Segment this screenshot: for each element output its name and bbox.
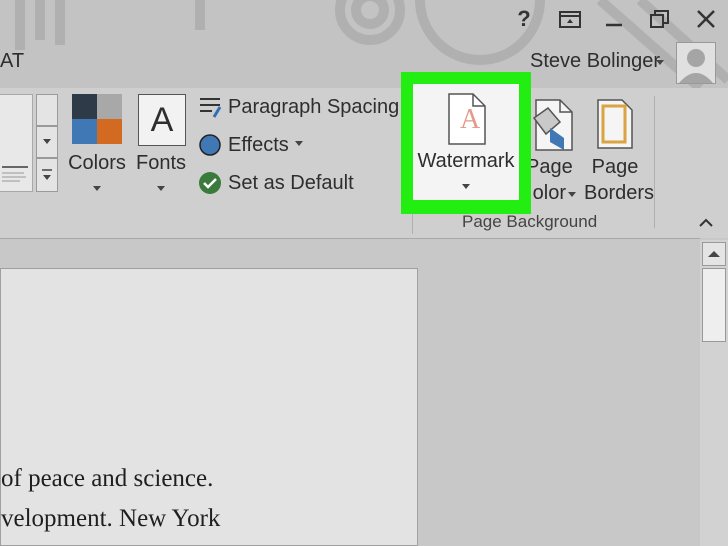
minimize-icon[interactable] bbox=[596, 4, 632, 34]
document-text-line: velopment. New York bbox=[1, 505, 221, 532]
effects-button[interactable]: Effects bbox=[198, 128, 303, 162]
ribbon-tab-fragment[interactable]: AT bbox=[0, 50, 24, 73]
colors-label: Colors bbox=[68, 152, 126, 174]
scroll-thumb[interactable] bbox=[702, 268, 726, 342]
gallery-scroll-down-button[interactable] bbox=[36, 126, 58, 158]
watermark-icon-letter: A bbox=[460, 104, 481, 135]
page-color-icon bbox=[532, 99, 573, 151]
colors-dropdown-icon bbox=[93, 186, 101, 191]
watermark-label: Watermark bbox=[417, 150, 515, 172]
page-background-group-label: Page Background bbox=[462, 212, 598, 231]
ribbon-separator bbox=[0, 238, 700, 239]
fonts-label: Fonts bbox=[135, 152, 187, 174]
watermark-dropdown-icon bbox=[462, 184, 470, 189]
fonts-dropdown-icon bbox=[157, 186, 165, 191]
ribbon-design-tab: Colors A Fonts Paragraph Spacing Effects… bbox=[0, 72, 728, 238]
page-borders-button[interactable]: Page Borders bbox=[584, 96, 654, 204]
gallery-scroll-up-button[interactable] bbox=[36, 94, 58, 126]
page-borders-icon bbox=[597, 99, 633, 149]
checkmark-icon bbox=[198, 171, 222, 195]
colors-button[interactable]: Colors bbox=[66, 88, 128, 200]
effects-label: Effects bbox=[228, 133, 289, 156]
vertical-scrollbar[interactable] bbox=[700, 240, 728, 546]
color-palette-icon bbox=[72, 94, 122, 144]
paragraph-spacing-icon bbox=[198, 95, 222, 119]
page-color-label-line1: Page bbox=[526, 156, 573, 178]
set-as-default-label: Set as Default bbox=[228, 171, 354, 194]
fonts-button[interactable]: A Fonts bbox=[132, 88, 194, 200]
page-color-label-line2: olor bbox=[532, 182, 566, 204]
title-bar: AT ? Steve Bolinger bbox=[0, 0, 728, 88]
restore-icon[interactable] bbox=[642, 4, 678, 34]
page-color-button[interactable]: Page olor bbox=[526, 96, 582, 204]
paragraph-spacing-label: Paragraph Spacing bbox=[228, 95, 400, 118]
close-icon[interactable] bbox=[688, 4, 724, 34]
page-borders-label-line1: Page bbox=[591, 156, 639, 178]
ribbon-display-icon[interactable] bbox=[552, 4, 588, 34]
effects-icon bbox=[198, 133, 222, 157]
style-set-gallery[interactable] bbox=[0, 94, 33, 192]
help-icon[interactable]: ? bbox=[506, 4, 542, 34]
avatar[interactable] bbox=[676, 42, 716, 84]
paragraph-spacing-button[interactable]: Paragraph Spacing bbox=[198, 90, 414, 124]
page-color-dropdown-icon bbox=[568, 192, 576, 197]
page-borders-label-line2: Borders bbox=[584, 182, 655, 204]
watermark-highlight: A Watermark bbox=[401, 72, 531, 214]
document-page[interactable]: of peace and science. velopment. New Yor… bbox=[0, 268, 418, 546]
scroll-up-button[interactable] bbox=[702, 242, 726, 266]
user-menu-chevron-icon[interactable] bbox=[656, 60, 664, 65]
document-text-line: of peace and science. bbox=[1, 465, 214, 492]
group-divider bbox=[654, 96, 655, 228]
watermark-button[interactable]: A Watermark bbox=[413, 84, 519, 200]
user-name[interactable]: Steve Bolinger bbox=[530, 50, 660, 73]
set-as-default-button[interactable]: Set as Default bbox=[198, 166, 354, 200]
gallery-more-button[interactable] bbox=[36, 158, 58, 192]
effects-dropdown-icon bbox=[294, 140, 303, 146]
fonts-icon: A bbox=[138, 94, 186, 146]
collapse-ribbon-icon[interactable] bbox=[698, 216, 714, 228]
